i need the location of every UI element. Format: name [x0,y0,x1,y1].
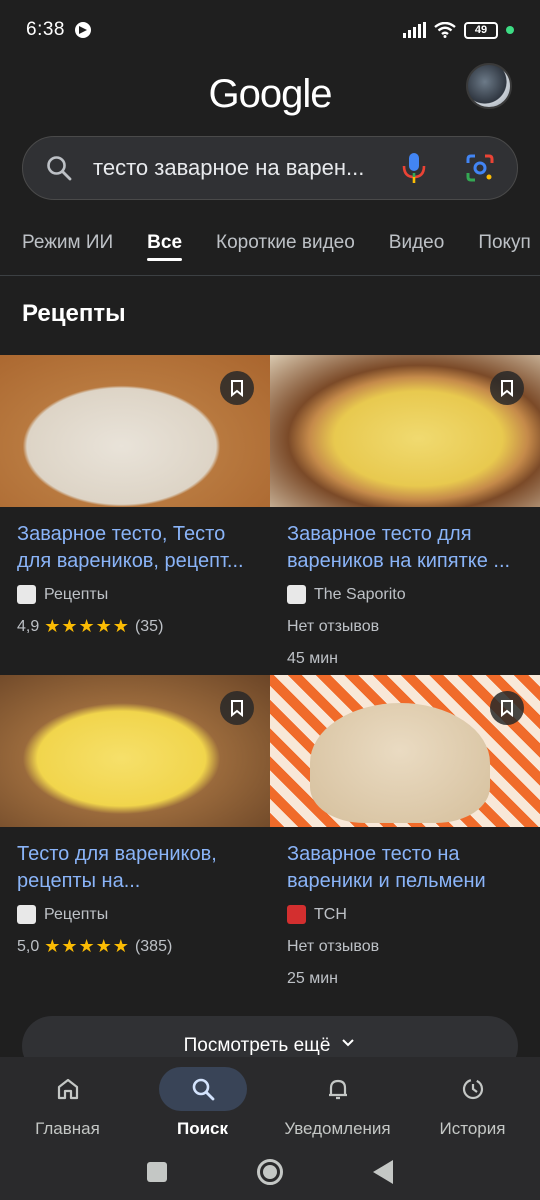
bookmark-button[interactable] [220,691,254,725]
recipe-source: Рецепты [17,905,270,924]
tab-short-videos[interactable]: Короткие видео [216,222,355,275]
recipe-card[interactable]: Заварное тесто для вареников на кипятке … [270,355,540,675]
recipe-card[interactable]: Тесто для вареников, рецепты на... Рецеп… [0,675,270,995]
search-icon [47,156,72,181]
home-button[interactable] [257,1158,283,1185]
recipe-source: The Saporito [287,585,540,604]
recipe-title[interactable]: Заварное тесто на вареники и пельмени [287,841,526,895]
google-lens-icon[interactable] [465,153,495,183]
search-bar[interactable]: тесто заварное на варен... [22,136,518,200]
bookmark-button[interactable] [490,371,524,405]
signal-icon [403,22,426,38]
source-name: Рецепты [44,585,109,603]
nav-label: Поиск [176,1119,229,1138]
tab-videos[interactable]: Видео [389,222,445,275]
recipe-title[interactable]: Тесто для вареников, рецепты на... [17,841,256,895]
microphone-icon[interactable] [401,151,427,185]
google-logo: Google [208,72,333,116]
privacy-indicator-icon [506,26,514,34]
navigation-status-icon [74,22,91,38]
status-icons: 49 [403,21,514,39]
bookmark-icon [501,699,513,717]
tab-all[interactable]: Все [147,222,182,275]
history-icon [462,1078,483,1100]
see-more-label: Посмотреть ещё [183,1035,331,1056]
rating-stars-icon: ★★★★★ [44,616,130,636]
recipe-image[interactable] [270,355,540,507]
recipe-image[interactable] [270,675,540,827]
system-navigation-bar [0,1143,540,1200]
nav-search[interactable]: Поиск [135,1057,270,1143]
status-time: 6:38 [26,19,65,40]
account-avatar[interactable] [466,63,512,109]
rating-stars-icon: ★★★★★ [44,936,130,956]
tab-ai-mode[interactable]: Режим ИИ [22,222,113,275]
source-favicon-icon [287,905,306,924]
source-favicon-icon [17,585,36,604]
recents-button[interactable] [147,1161,167,1182]
no-reviews-text: Нет отзывов [287,938,380,955]
source-name: ТСН [314,905,347,923]
nav-home[interactable]: Главная [0,1057,135,1143]
recipe-title[interactable]: Заварное тесто для вареников на кипятке … [287,521,526,575]
nav-label: История [439,1119,506,1138]
chevron-down-icon [342,1039,355,1047]
recipe-card[interactable]: Заварное тесто, Тесто для вареников, рец… [0,355,270,675]
recipe-title[interactable]: Заварное тесто, Тесто для вареников, рец… [17,521,256,575]
search-query[interactable]: тесто заварное на варен... [93,155,401,181]
back-button[interactable] [373,1159,393,1184]
nav-label: Уведомления [284,1119,391,1138]
home-icon [57,1078,78,1100]
bookmark-button[interactable] [220,371,254,405]
cook-time: 25 мин [287,970,339,987]
review-count: (385) [134,937,173,955]
rating-value: 5,0 [17,937,40,955]
battery-icon: 49 [464,21,498,39]
cook-time: 45 мин [287,650,339,667]
bookmark-button[interactable] [490,691,524,725]
search-icon [192,1078,214,1101]
source-favicon-icon [17,905,36,924]
bookmark-icon [231,699,243,717]
recipe-card[interactable]: Заварное тесто на вареники и пельмени ТС… [270,675,540,995]
no-reviews-text: Нет отзывов [287,618,380,635]
recipe-rating: 5,0 ★★★★★ (385) [17,936,270,957]
wifi-icon [434,22,456,38]
bookmark-icon [501,379,513,397]
review-count: (35) [134,617,164,635]
nav-notifications[interactable]: Уведомления [270,1057,405,1143]
recipe-image[interactable] [0,675,270,827]
rating-value: 4,9 [17,617,40,635]
source-name: Рецепты [44,905,109,923]
source-name: The Saporito [314,585,406,603]
status-bar: 6:38 49 [0,0,540,60]
section-title: Рецепты [22,300,126,327]
bookmark-icon [231,379,243,397]
bell-icon [328,1079,347,1100]
nav-history[interactable]: История [405,1057,540,1143]
tab-shopping[interactable]: Покуп [478,222,531,275]
recipe-source: ТСН [287,905,540,924]
source-favicon-icon [287,585,306,604]
recipe-source: Рецепты [17,585,270,604]
recipe-grid: Заварное тесто, Тесто для вареников, рец… [0,355,540,995]
bottom-navigation: Главная Поиск Уведомления История [0,1057,540,1143]
nav-label: Главная [35,1119,100,1138]
recipe-image[interactable] [0,355,270,507]
search-tabs: Режим ИИ Все Короткие видео Видео Покуп [0,222,540,276]
recipe-rating: 4,9 ★★★★★ (35) [17,616,270,637]
